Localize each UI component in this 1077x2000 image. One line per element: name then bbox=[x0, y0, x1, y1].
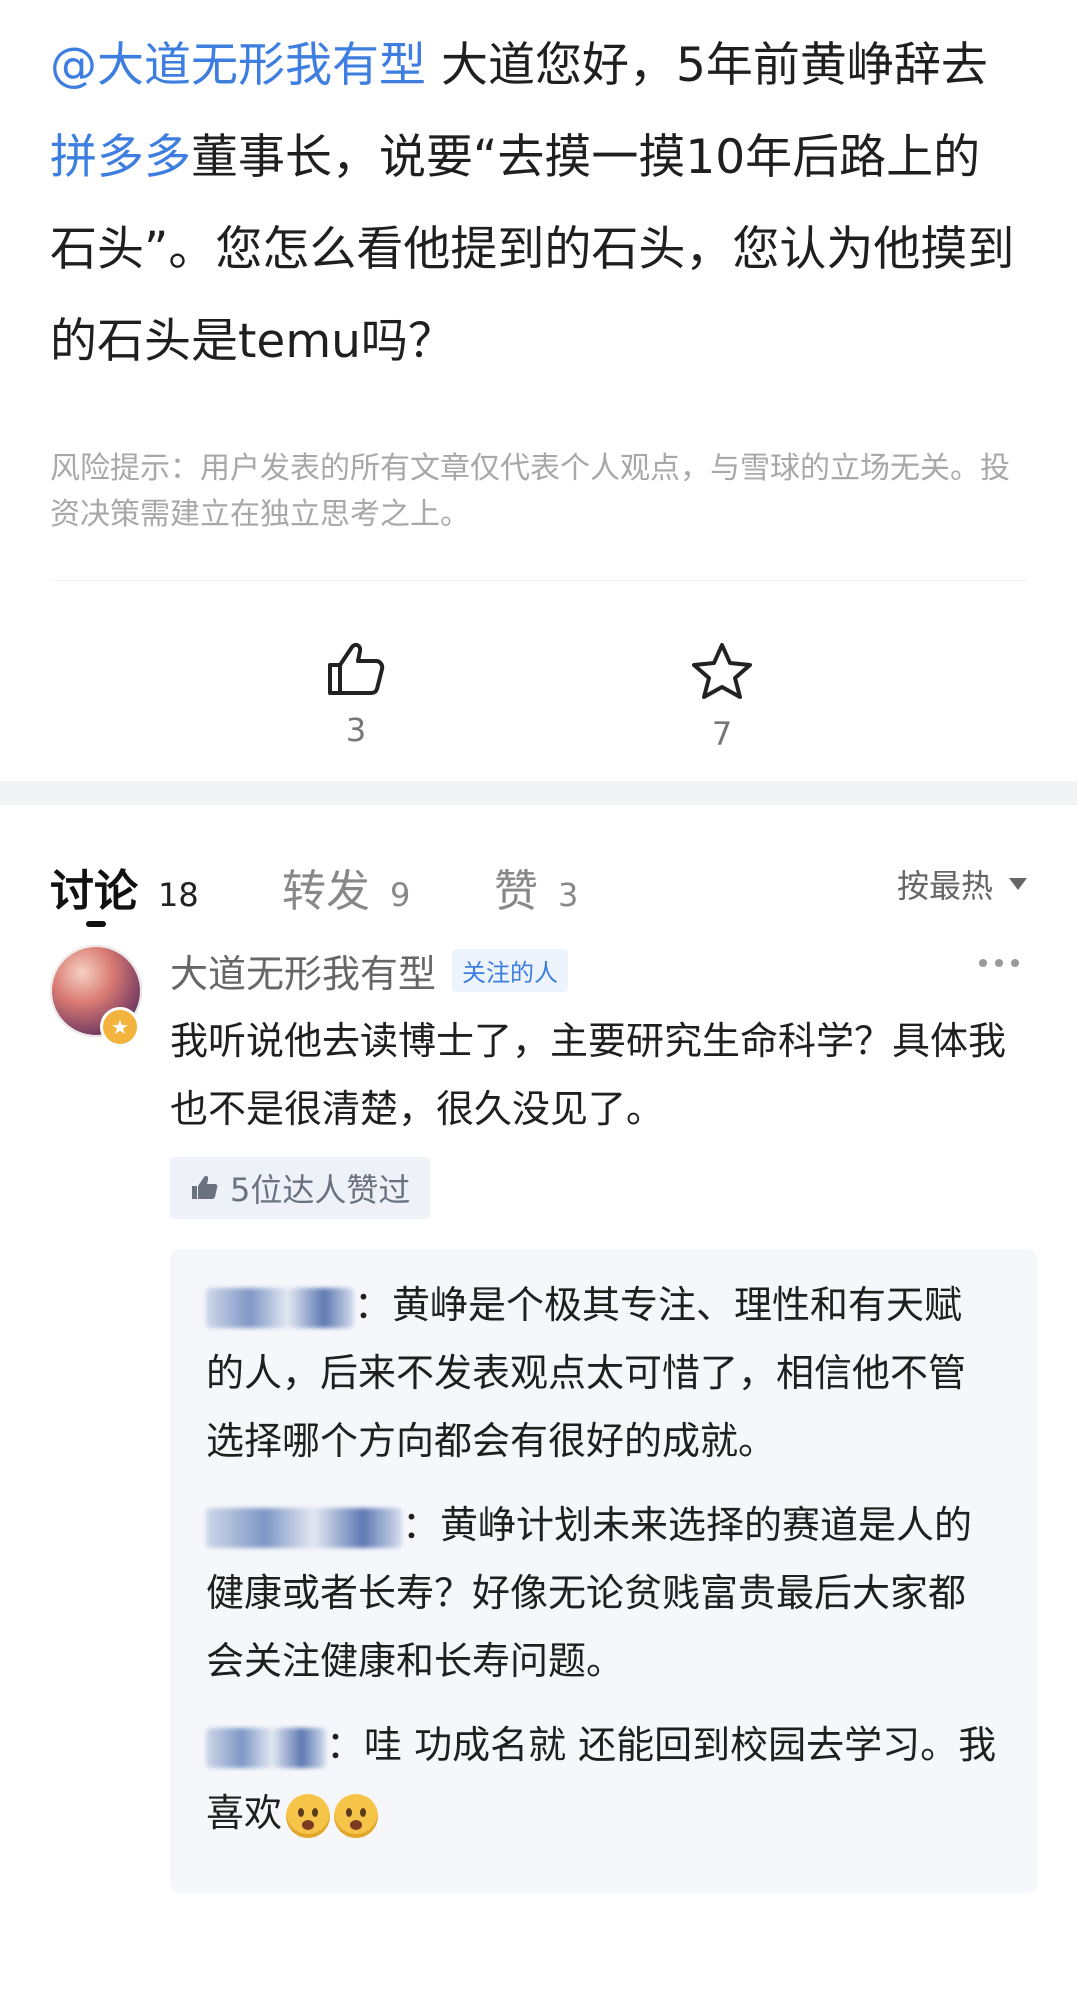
discussion-tabs: 讨论 18 转发 9 赞 3 按最热 bbox=[0, 805, 1077, 927]
tab-discussion-count: 18 bbox=[158, 876, 199, 914]
reply-item[interactable]: ：哇 功成名就 还能回到校园去学习。我喜欢 bbox=[206, 1711, 997, 1847]
like-button[interactable]: 3 bbox=[296, 641, 416, 749]
shy-face-emoji-icon bbox=[286, 1793, 331, 1838]
more-options-icon[interactable] bbox=[979, 959, 1019, 967]
comment-header: 大道无形我有型 关注的人 bbox=[170, 939, 1037, 1001]
company-link[interactable]: 拼多多 bbox=[50, 130, 191, 185]
risk-notice: 风险提示：用户发表的所有文章仅代表个人观点，与雪球的立场无关。投资决策需建立在独… bbox=[50, 451, 1010, 532]
tab-likes[interactable]: 赞 3 bbox=[494, 855, 578, 919]
sort-label: 按最热 bbox=[896, 867, 993, 905]
reply-item[interactable]: ：黄峥计划未来选择的赛道是人的健康或者长寿？好像无论贫贱富贵最后大家都会关注健康… bbox=[206, 1491, 997, 1695]
action-bar: 3 7 bbox=[0, 581, 1077, 781]
tab-discussion-label: 讨论 bbox=[50, 866, 138, 917]
tab-discussion[interactable]: 讨论 18 bbox=[50, 855, 199, 919]
expert-likes-badge[interactable]: 5位达人赞过 bbox=[170, 1157, 431, 1219]
reply-item[interactable]: ：黄峥是个极其专注、理性和有天赋的人，后来不发表观点太可惜了，相信他不管选择哪个… bbox=[206, 1271, 997, 1475]
sort-dropdown[interactable]: 按最热 bbox=[897, 861, 1027, 907]
comment: ★ 大道无形我有型 关注的人 我听说他去读博士了，主要研究生命科学？具体我也不是… bbox=[0, 925, 1077, 1893]
expert-likes-label: 5位达人赞过 bbox=[230, 1171, 411, 1209]
like-count: 3 bbox=[345, 711, 367, 749]
post-text: @大道无形我有型 大道您好，5年前黄峥辞去拼多多董事长，说要“去摸一摸10年后路… bbox=[50, 20, 1027, 388]
tab-likes-count: 3 bbox=[558, 876, 579, 914]
section-gap bbox=[0, 781, 1077, 805]
star-icon bbox=[692, 643, 752, 699]
post-text-part-a: 大道您好，5年前黄峥辞去 bbox=[426, 38, 988, 93]
reply-list: ：黄峥是个极其专注、理性和有天赋的人，后来不发表观点太可惜了，相信他不管选择哪个… bbox=[170, 1249, 1037, 1893]
tab-repost[interactable]: 转发 9 bbox=[282, 855, 410, 919]
surprised-face-emoji-icon bbox=[334, 1793, 379, 1838]
post-text-part-b: 董事长，说要“去摸一摸10年后路上的石头”。您怎么看他提到的石头，您认为他摸到的… bbox=[50, 130, 1015, 369]
tab-likes-label: 赞 bbox=[494, 866, 538, 917]
favorite-button[interactable]: 7 bbox=[662, 641, 782, 753]
blurred-username bbox=[206, 1507, 402, 1548]
thumbs-up-small-icon bbox=[192, 1176, 218, 1199]
favorite-count: 7 bbox=[711, 715, 733, 753]
comment-body: 我听说他去读博士了，主要研究生命科学？具体我也不是很清楚，很久没见了。 bbox=[170, 1019, 1007, 1131]
tab-repost-label: 转发 bbox=[282, 866, 370, 917]
tab-repost-count: 9 bbox=[390, 876, 411, 914]
caret-down-icon bbox=[1009, 878, 1027, 890]
verified-badge-icon: ★ bbox=[100, 1007, 140, 1047]
comment-author[interactable]: 大道无形我有型 bbox=[170, 943, 436, 998]
thumbs-up-icon bbox=[328, 642, 385, 695]
mention-link[interactable]: @大道无形我有型 bbox=[50, 38, 426, 93]
blurred-username bbox=[206, 1727, 326, 1768]
blurred-username bbox=[206, 1287, 354, 1328]
following-tag: 关注的人 bbox=[452, 948, 569, 992]
post: @大道无形我有型 大道您好，5年前黄峥辞去拼多多董事长，说要“去摸一摸10年后路… bbox=[0, 0, 1077, 581]
